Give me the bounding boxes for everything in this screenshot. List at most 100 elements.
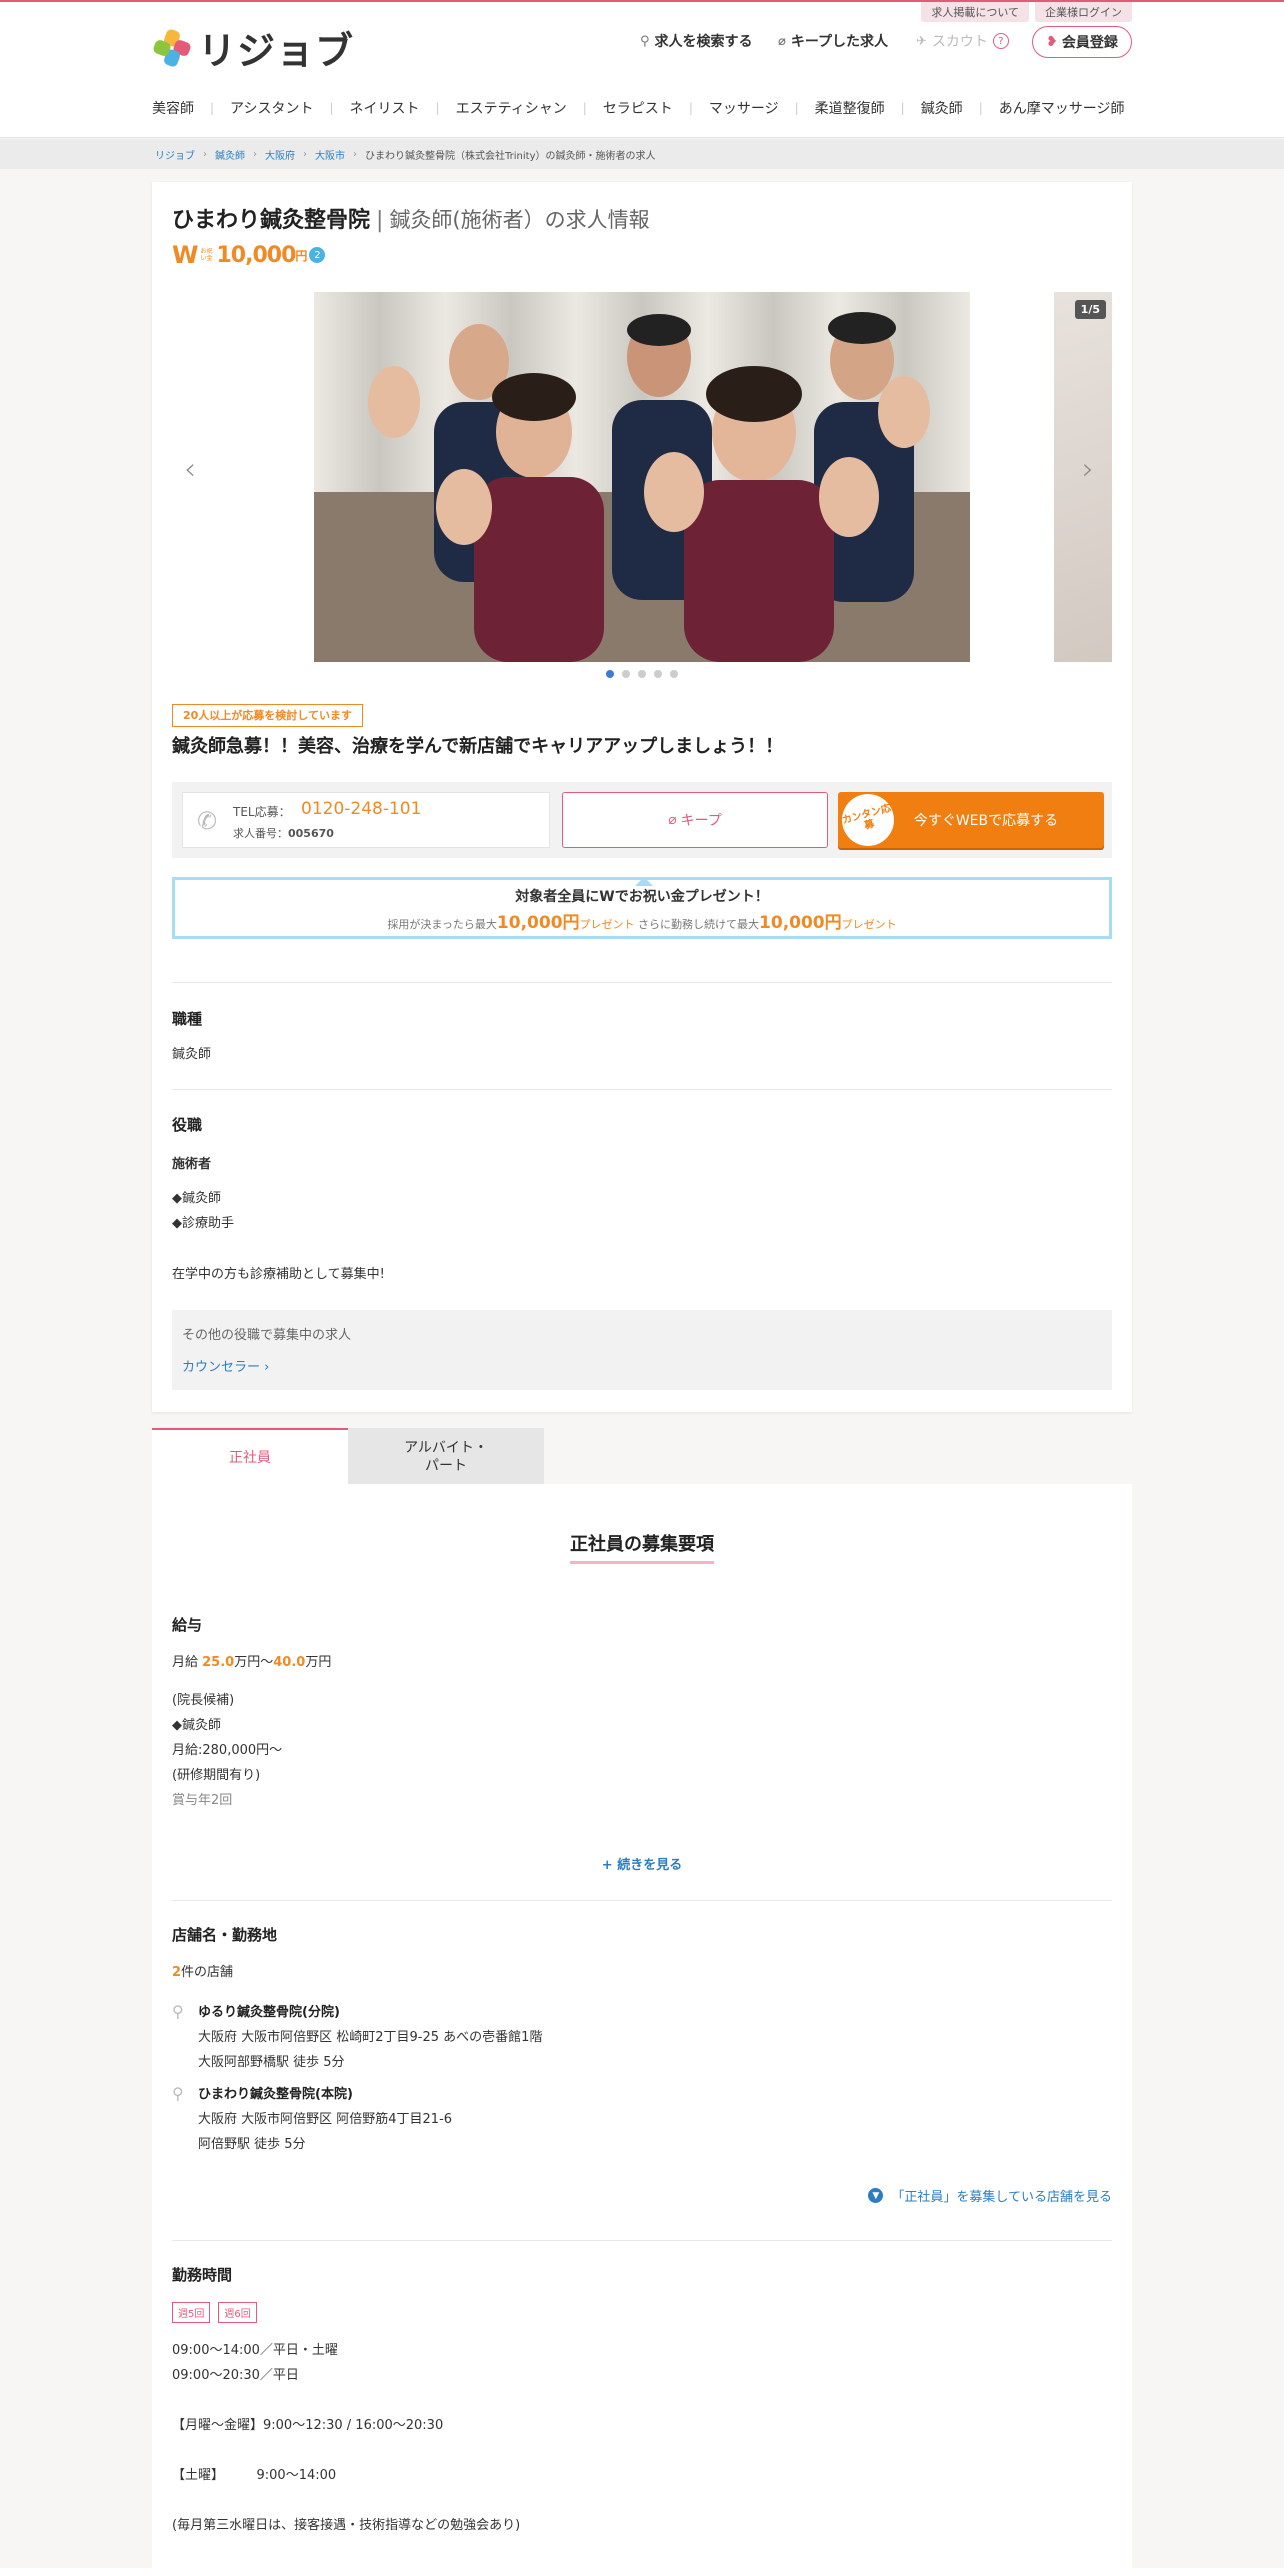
shop-entry: ひまわり鍼灸整骨院(本院) 大阪府 大阪市阿倍野区 阿倍野筋4丁目21-6 阿倍…: [198, 2082, 452, 2157]
register-label: 会員登録: [1061, 35, 1118, 51]
job-number-label: 求人番号：: [233, 827, 288, 840]
shop-name: ひまわり鍼灸整骨院: [172, 208, 371, 233]
site-logo[interactable]: リジョブ: [152, 20, 354, 75]
gift-pre1: 採用が決まったら最大: [387, 918, 497, 931]
divider: [172, 1900, 1112, 1901]
hours-line: 【土曜】 9:00〜14:00: [172, 2468, 337, 2483]
search-jobs-link[interactable]: ⚲ 求人を検索する: [640, 31, 753, 51]
category-separator: |: [329, 101, 334, 115]
register-icon: ❥: [1046, 34, 1058, 50]
carousel-dots: [152, 670, 1132, 678]
see-shops-link[interactable]: ▼ 「正社員」を募集している店舗を見る: [868, 2186, 1112, 2205]
site-header: リジョブ 求人掲載について 企業様ログイン ⚲ 求人を検索する ⌀ キープした求人 …: [0, 0, 1284, 138]
bonus-w: W: [172, 241, 199, 269]
help-icon[interactable]: ?: [992, 33, 1009, 49]
occupation-value: 鍼灸師: [172, 1047, 212, 1062]
shop-address: 大阪府 大阪市阿倍野区 松崎町2丁目9-25 あべの壱番館1階: [198, 2030, 543, 2045]
role-note: 在学中の方も診療補助として募集中!: [172, 1267, 385, 1282]
carousel-counter: 1/5: [1074, 300, 1106, 319]
carousel-dot[interactable]: [606, 670, 614, 678]
category-item[interactable]: マッサージ: [709, 98, 779, 118]
job-title-suffix: 鍼灸師(施術者）の求人情報: [389, 208, 650, 232]
salary-line: (研修期間有り): [172, 1768, 261, 1783]
breadcrumb-city[interactable]: 大阪市: [315, 147, 345, 162]
title-divider: |: [376, 208, 384, 233]
shop-address: 大阪府 大阪市阿倍野区 阿倍野筋4丁目21-6: [198, 2112, 453, 2127]
breadcrumb-occupation[interactable]: 鍼灸師: [215, 147, 245, 162]
breadcrumb-home[interactable]: リジョブ: [155, 147, 195, 162]
category-item[interactable]: 美容師: [152, 98, 194, 118]
category-separator: |: [978, 101, 983, 115]
carousel-dot[interactable]: [654, 670, 662, 678]
shops-count-suffix: 件の店舗: [181, 1965, 234, 1980]
job-summary-card: ひまわり鍼灸整骨院 | 鍼灸師(施術者）の求人情報 W お祝い金 10,000 円 …: [152, 182, 1132, 1412]
clip-icon: ⌀: [668, 812, 677, 828]
register-button[interactable]: ❥ 会員登録: [1032, 26, 1132, 58]
show-more-button[interactable]: + 続きを見る: [152, 1854, 1132, 1873]
link-company-login[interactable]: 企業様ログイン: [1035, 2, 1132, 22]
tab-parttime-label: アルバイト・パート: [404, 1440, 488, 1474]
fulltime-requirements-card: 正社員の募集要項 給与 月給 25.0万円〜40.0万円 (院長候補) ◆鍼灸師…: [152, 1484, 1132, 2568]
bonus-badge: W お祝い金 10,000 円 2: [172, 241, 326, 269]
category-separator: |: [900, 101, 905, 115]
tab-parttime[interactable]: アルバイト・パート: [348, 1428, 544, 1484]
tel-number[interactable]: 0120-248-101: [301, 799, 421, 819]
web-apply-label: 今すぐWEBで応募する: [913, 813, 1059, 829]
other-role-link[interactable]: カウンセラー ›: [182, 1356, 269, 1375]
breadcrumb: リジョブ › 鍼灸師 › 大阪府 › 大阪市 › ひまわり鍼灸整骨院（株式会社Trini…: [0, 139, 1284, 169]
logo-mark-icon: [153, 28, 191, 67]
gift-amount2: 10,000円: [759, 913, 842, 933]
shops-heading: 店舗名・勤務地: [172, 1926, 278, 1944]
scout-link[interactable]: ✈ スカウト?: [916, 31, 1009, 51]
category-item[interactable]: エステティシャン: [456, 98, 567, 118]
search-jobs-label: 求人を検索する: [654, 34, 753, 50]
category-item[interactable]: ネイリスト: [350, 98, 420, 118]
shop-name[interactable]: ひまわり鍼灸整骨院(本院): [198, 2087, 353, 2102]
keep-button[interactable]: ⌀ キープ: [562, 792, 828, 848]
shops-count: 2件の店舗: [172, 1960, 233, 1985]
category-separator: |: [210, 101, 215, 115]
category-item[interactable]: アシスタント: [230, 98, 313, 118]
carousel-prev-icon[interactable]: ‹: [184, 452, 196, 487]
carousel-dot[interactable]: [670, 670, 678, 678]
carousel-dot[interactable]: [638, 670, 646, 678]
shop-access: 大阪阿部野橋駅 徒歩 5分: [198, 2055, 345, 2070]
kept-jobs-link[interactable]: ⌀ キープした求人: [778, 31, 888, 51]
breadcrumb-prefecture[interactable]: 大阪府: [265, 147, 295, 162]
job-number-value: 005670: [288, 827, 334, 840]
gift-post1: プレゼント: [579, 918, 635, 931]
map-pin-icon: ⚲: [172, 2084, 184, 2103]
category-separator: |: [582, 101, 587, 115]
role-item: ◆診療助手: [172, 1216, 234, 1231]
tel-apply-box: ✆ TEL応募： 0120-248-101 求人番号：005670: [182, 792, 550, 848]
salary-min: 25.0: [202, 1655, 235, 1670]
gift-details: 採用が決まったら最大10,000円プレゼント さらに勤務し続けて最大10,000…: [175, 908, 1109, 933]
shop-access: 阿倍野駅 徒歩 5分: [198, 2137, 306, 2152]
gift-post2: プレゼント: [841, 918, 897, 931]
divider: [172, 982, 1112, 983]
breadcrumb-chevron-icon: ›: [253, 148, 257, 160]
category-item[interactable]: セラピスト: [603, 98, 673, 118]
see-shops-label: 「正社員」を募集している店舗を見る: [891, 2190, 1112, 2205]
paper-plane-icon: ✈: [916, 33, 927, 49]
requirements-title: 正社員の募集要項: [152, 1530, 1132, 1564]
web-apply-button[interactable]: カンタン応募 今すぐWEBで応募する: [836, 788, 1104, 852]
tab-fulltime[interactable]: 正社員: [152, 1428, 348, 1484]
carousel-dot[interactable]: [622, 670, 630, 678]
bonus-small-label: お祝い金: [200, 248, 213, 262]
link-listing-info[interactable]: 求人掲載について: [921, 2, 1029, 22]
carousel-next-icon[interactable]: ›: [1082, 452, 1094, 487]
category-nav: 美容師 | アシスタント | ネイリスト | エステティシャン | セラピスト | マッサ…: [152, 98, 1124, 118]
photo-carousel[interactable]: 1/5 ‹ ›: [172, 292, 1112, 662]
salary-max: 40.0: [273, 1655, 306, 1670]
category-item[interactable]: 鍼灸師: [921, 98, 963, 118]
salary-line: 賞与年2回: [172, 1793, 233, 1808]
hours-badges: 週5回 週6回: [172, 2302, 257, 2323]
category-item[interactable]: あん摩マッサージ師: [999, 98, 1125, 118]
category-item[interactable]: 柔道整復師: [815, 98, 885, 118]
shop-name[interactable]: ゆるり鍼灸整骨院(分院): [198, 2005, 340, 2020]
salary-heading: 給与: [172, 1616, 203, 1634]
hours-heading: 勤務時間: [172, 2266, 233, 2284]
bonus-count: 2: [309, 247, 326, 263]
occupation-heading: 職種: [172, 1010, 203, 1028]
